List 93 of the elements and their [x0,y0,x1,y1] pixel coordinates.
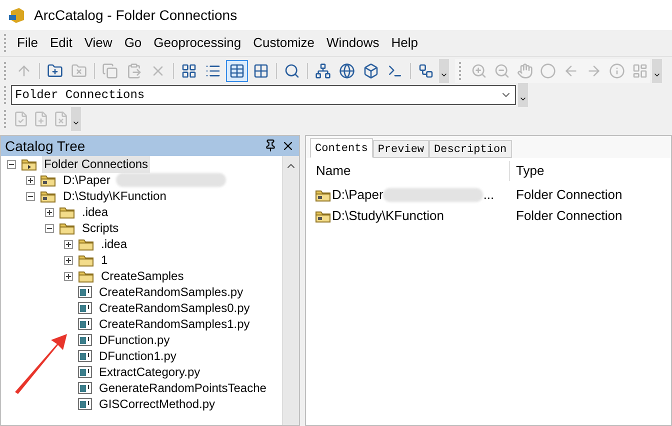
script-file-icon [77,396,93,412]
menu-item[interactable]: Edit [44,33,78,53]
pin-icon[interactable] [264,139,277,152]
table-cell[interactable]: D:\Paper [332,184,384,204]
panel-title: Catalog Tree [5,136,86,156]
menu-item[interactable]: Customize [247,33,321,53]
menu-item[interactable]: Windows [320,33,386,53]
folder-x-icon [71,62,87,78]
script-file-icon [77,380,93,396]
script-file-icon [77,348,93,364]
zoom-out-icon [494,62,510,78]
tree-window-icon [315,62,331,78]
info-icon [608,62,624,78]
tree-item[interactable]: 1 [99,251,110,269]
tree-item[interactable]: CreateSamples [99,267,186,285]
large-icons-view-icon [181,62,197,78]
terminal-icon [387,62,403,78]
expander-toggle[interactable] [45,208,54,216]
tree-item[interactable]: CreateRandomSamples.py [97,283,246,301]
column-header[interactable]: Name [306,161,510,181]
window-title: ArcCatalog - Folder Connections [34,6,238,25]
scrollbar[interactable] [282,156,299,425]
ellipsis-text: ... [483,186,494,204]
expander-toggle[interactable] [64,272,73,280]
script-file-icon [77,316,93,332]
menu-item[interactable]: Help [385,33,424,53]
tree-item[interactable]: D:\Study\KFunction [61,187,168,205]
copy-icon [102,62,118,78]
menu-item[interactable]: Geoprocessing [148,33,248,53]
caret-icon [72,119,80,127]
file-plus-icon [33,111,49,127]
tree-item[interactable]: Folder Connections [42,156,150,173]
column-header[interactable]: Type [510,161,544,181]
script-file-icon [77,332,93,348]
list-view-icon [205,62,221,78]
expander-toggle[interactable] [7,160,16,168]
thumbnails-view-icon [253,62,269,78]
up-arrow-icon [16,62,32,78]
location-combo-box[interactable]: Folder Connections [11,85,516,105]
toolbar-overflow-button[interactable] [439,58,449,82]
annotation-arrow [13,332,69,394]
details-view-icon [229,62,245,78]
tree-item[interactable]: CreateRandomSamples1.py [97,315,252,333]
table-cell[interactable]: D:\Study\KFunction [332,206,444,226]
tree-item[interactable]: DFunction1.py [97,347,178,365]
menu-item[interactable]: View [78,33,118,53]
tree-item[interactable]: GISCorrectMethod.py [97,395,218,413]
expander-toggle[interactable] [64,240,73,248]
toolbar-overflow-button[interactable] [518,83,528,107]
tab[interactable]: Preview [372,140,430,158]
toolbar-grip[interactable] [4,86,7,104]
menu-item[interactable]: Go [118,33,148,53]
toolbar-grip[interactable] [4,62,7,80]
tree-item[interactable]: GenerateRandomPointsTeache [97,379,268,397]
tree-item[interactable]: D:\Paper [61,171,112,189]
zoom-in-icon [470,62,486,78]
app-icon [8,6,26,24]
script-file-icon [77,284,93,300]
details-view-button[interactable] [226,60,248,82]
toolbar-overflow-button[interactable] [652,58,662,82]
file-x-icon [53,111,69,127]
toolbar-grip[interactable] [4,110,7,128]
search-icon [284,62,300,78]
tab[interactable]: Contents [310,138,373,158]
tree-item[interactable]: ExtractCategory.py [97,363,202,381]
tree-item[interactable]: DFunction.py [97,331,172,349]
expander-toggle[interactable] [64,256,73,264]
caret-icon [519,95,527,103]
folder-plus-icon [47,62,63,78]
close-icon[interactable] [281,139,295,153]
tree-item[interactable]: .idea [80,203,110,221]
tree-item[interactable]: CreateRandomSamples0.py [97,299,252,317]
tree-item[interactable]: Scripts [80,219,121,237]
table-cell-text: Folder Connection [515,206,622,225]
paste-icon [126,62,142,78]
tree-item[interactable]: .idea [99,235,130,253]
tab[interactable]: Description [429,140,512,158]
toolbox-icon [363,62,379,78]
menu-item[interactable]: File [11,33,44,53]
expander-toggle[interactable] [26,192,35,200]
layout-icon [632,62,648,78]
hand-icon [516,62,532,78]
toolbar-grip[interactable] [4,34,7,52]
toolbar-grip[interactable] [459,62,462,80]
expander-toggle[interactable] [26,176,35,184]
script-file-icon [77,364,93,380]
model-icon [418,62,434,78]
expander-toggle[interactable] [45,224,54,232]
file-check-icon [13,111,29,127]
script-file-icon [77,300,93,316]
toolbar-overflow-button[interactable] [71,107,81,131]
table-cell-text: Folder Connection [515,186,622,204]
globe-window-icon [339,62,355,78]
